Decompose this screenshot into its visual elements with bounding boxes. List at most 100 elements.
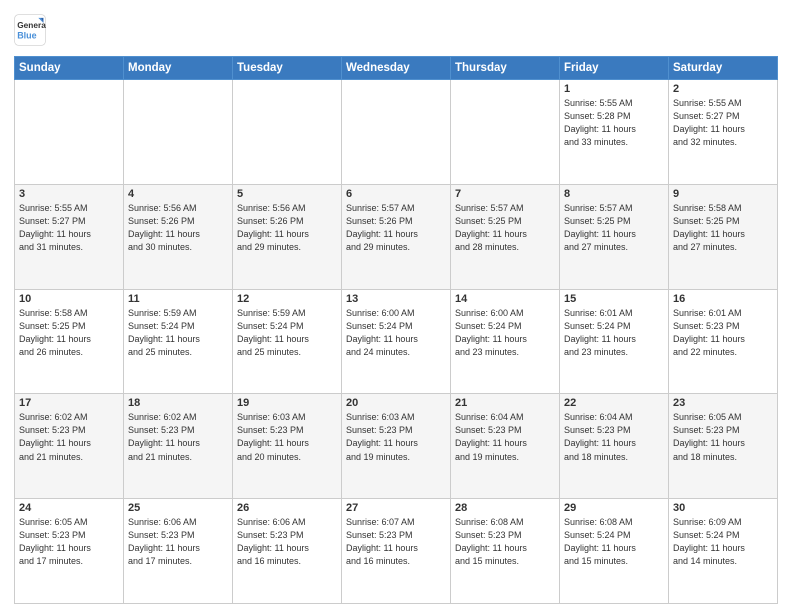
day-info: Sunrise: 6:06 AMSunset: 5:23 PMDaylight:… (237, 516, 337, 568)
day-number: 26 (237, 502, 337, 514)
day-info: Sunrise: 5:58 AMSunset: 5:25 PMDaylight:… (19, 307, 119, 359)
day-info: Sunrise: 6:02 AMSunset: 5:23 PMDaylight:… (19, 411, 119, 463)
day-number: 20 (346, 397, 446, 409)
day-number: 2 (673, 83, 773, 95)
day-number: 23 (673, 397, 773, 409)
calendar-cell: 11Sunrise: 5:59 AMSunset: 5:24 PMDayligh… (124, 289, 233, 394)
calendar-cell: 22 Sunrise: 6:04 AMSunset: 5:23 PMDayligh… (560, 394, 669, 499)
weekday-sunday: Sunday (15, 57, 124, 80)
day-info: Sunrise: 5:55 AMSunset: 5:28 PMDaylight:… (564, 97, 664, 149)
day-number: 5 (237, 188, 337, 200)
day-number: 21 (455, 397, 555, 409)
day-number: 17 (19, 397, 119, 409)
calendar-cell: 15 Sunrise: 6:01 AMSunset: 5:24 PMDayligh… (560, 289, 669, 394)
day-info: Sunrise: 5:56 AMSunset: 5:26 PMDaylight:… (237, 202, 337, 254)
weekday-wednesday: Wednesday (342, 57, 451, 80)
calendar-cell: 4 Sunrise: 5:56 AMSunset: 5:26 PMDaylight… (124, 184, 233, 289)
calendar-cell: 19Sunrise: 6:03 AMSunset: 5:23 PMDayligh… (233, 394, 342, 499)
day-info: Sunrise: 5:59 AMSunset: 5:24 PMDaylight:… (128, 307, 228, 359)
calendar-cell: 26 Sunrise: 6:06 AMSunset: 5:23 PMDayligh… (233, 499, 342, 604)
calendar-week-1: 3 Sunrise: 5:55 AMSunset: 5:27 PMDaylight… (15, 184, 778, 289)
calendar-table: SundayMondayTuesdayWednesdayThursdayFrid… (14, 56, 778, 604)
day-info: Sunrise: 5:55 AMSunset: 5:27 PMDaylight:… (673, 97, 773, 149)
day-number: 13 (346, 293, 446, 305)
day-info: Sunrise: 6:01 AMSunset: 5:24 PMDaylight:… (564, 307, 664, 359)
day-info: Sunrise: 6:00 AMSunset: 5:24 PMDaylight:… (346, 307, 446, 359)
day-info: Sunrise: 5:57 AMSunset: 5:25 PMDaylight:… (564, 202, 664, 254)
day-info: Sunrise: 6:02 AMSunset: 5:23 PMDaylight:… (128, 411, 228, 463)
calendar-cell: 3 Sunrise: 5:55 AMSunset: 5:27 PMDaylight… (15, 184, 124, 289)
day-info: Sunrise: 6:00 AMSunset: 5:24 PMDaylight:… (455, 307, 555, 359)
day-number: 6 (346, 188, 446, 200)
weekday-saturday: Saturday (669, 57, 778, 80)
header: General Blue (14, 12, 778, 48)
calendar-cell: 14Sunrise: 6:00 AMSunset: 5:24 PMDayligh… (451, 289, 560, 394)
day-info: Sunrise: 5:55 AMSunset: 5:27 PMDaylight:… (19, 202, 119, 254)
calendar-cell: 23Sunrise: 6:05 AMSunset: 5:23 PMDayligh… (669, 394, 778, 499)
day-info: Sunrise: 5:57 AMSunset: 5:25 PMDaylight:… (455, 202, 555, 254)
logo-svg: General Blue (14, 12, 46, 48)
calendar-cell: 17 Sunrise: 6:02 AMSunset: 5:23 PMDayligh… (15, 394, 124, 499)
calendar-cell: 24Sunrise: 6:05 AMSunset: 5:23 PMDayligh… (15, 499, 124, 604)
calendar-header: SundayMondayTuesdayWednesdayThursdayFrid… (15, 57, 778, 80)
calendar-cell: 16 Sunrise: 6:01 AMSunset: 5:23 PMDayligh… (669, 289, 778, 394)
day-number: 15 (564, 293, 664, 305)
day-number: 29 (564, 502, 664, 514)
day-info: Sunrise: 6:08 AMSunset: 5:24 PMDaylight:… (564, 516, 664, 568)
calendar-cell: 2 Sunrise: 5:55 AMSunset: 5:27 PMDaylight… (669, 80, 778, 185)
svg-text:Blue: Blue (17, 30, 36, 40)
day-info: Sunrise: 6:03 AMSunset: 5:23 PMDaylight:… (237, 411, 337, 463)
calendar-cell: 12Sunrise: 5:59 AMSunset: 5:24 PMDayligh… (233, 289, 342, 394)
day-number: 7 (455, 188, 555, 200)
calendar-week-2: 10 Sunrise: 5:58 AMSunset: 5:25 PMDayligh… (15, 289, 778, 394)
calendar-cell (15, 80, 124, 185)
day-info: Sunrise: 6:04 AMSunset: 5:23 PMDaylight:… (564, 411, 664, 463)
day-info: Sunrise: 6:09 AMSunset: 5:24 PMDaylight:… (673, 516, 773, 568)
day-number: 1 (564, 83, 664, 95)
logo: General Blue (14, 12, 52, 48)
weekday-thursday: Thursday (451, 57, 560, 80)
day-number: 16 (673, 293, 773, 305)
calendar-body: 1 Sunrise: 5:55 AMSunset: 5:28 PMDaylight… (15, 80, 778, 604)
calendar-cell: 13 Sunrise: 6:00 AMSunset: 5:24 PMDayligh… (342, 289, 451, 394)
day-number: 22 (564, 397, 664, 409)
day-number: 4 (128, 188, 228, 200)
day-info: Sunrise: 5:57 AMSunset: 5:26 PMDaylight:… (346, 202, 446, 254)
day-info: Sunrise: 6:08 AMSunset: 5:23 PMDaylight:… (455, 516, 555, 568)
weekday-friday: Friday (560, 57, 669, 80)
day-number: 3 (19, 188, 119, 200)
calendar-cell: 9Sunrise: 5:58 AMSunset: 5:25 PMDaylight… (669, 184, 778, 289)
calendar-cell: 20 Sunrise: 6:03 AMSunset: 5:23 PMDayligh… (342, 394, 451, 499)
calendar-cell: 8 Sunrise: 5:57 AMSunset: 5:25 PMDaylight… (560, 184, 669, 289)
day-info: Sunrise: 5:59 AMSunset: 5:24 PMDaylight:… (237, 307, 337, 359)
day-info: Sunrise: 5:56 AMSunset: 5:26 PMDaylight:… (128, 202, 228, 254)
svg-text:General: General (17, 20, 46, 30)
calendar-cell: 7 Sunrise: 5:57 AMSunset: 5:25 PMDaylight… (451, 184, 560, 289)
day-info: Sunrise: 5:58 AMSunset: 5:25 PMDaylight:… (673, 202, 773, 254)
day-info: Sunrise: 6:07 AMSunset: 5:23 PMDaylight:… (346, 516, 446, 568)
calendar-cell: 25Sunrise: 6:06 AMSunset: 5:23 PMDayligh… (124, 499, 233, 604)
calendar-cell: 18 Sunrise: 6:02 AMSunset: 5:23 PMDayligh… (124, 394, 233, 499)
calendar-cell (124, 80, 233, 185)
day-info: Sunrise: 6:01 AMSunset: 5:23 PMDaylight:… (673, 307, 773, 359)
day-number: 10 (19, 293, 119, 305)
calendar-cell: 29 Sunrise: 6:08 AMSunset: 5:24 PMDayligh… (560, 499, 669, 604)
calendar-cell (233, 80, 342, 185)
weekday-monday: Monday (124, 57, 233, 80)
calendar-cell (342, 80, 451, 185)
day-number: 18 (128, 397, 228, 409)
calendar-cell: 6 Sunrise: 5:57 AMSunset: 5:26 PMDaylight… (342, 184, 451, 289)
day-info: Sunrise: 6:04 AMSunset: 5:23 PMDaylight:… (455, 411, 555, 463)
page-container: General Blue SundayMondayTuesdayWednesda… (0, 0, 792, 612)
calendar-cell: 10 Sunrise: 5:58 AMSunset: 5:25 PMDayligh… (15, 289, 124, 394)
calendar-cell: 30Sunrise: 6:09 AMSunset: 5:24 PMDayligh… (669, 499, 778, 604)
day-info: Sunrise: 6:03 AMSunset: 5:23 PMDaylight:… (346, 411, 446, 463)
calendar-cell: 21 Sunrise: 6:04 AMSunset: 5:23 PMDayligh… (451, 394, 560, 499)
day-info: Sunrise: 6:06 AMSunset: 5:23 PMDaylight:… (128, 516, 228, 568)
weekday-header-row: SundayMondayTuesdayWednesdayThursdayFrid… (15, 57, 778, 80)
calendar-cell: 1 Sunrise: 5:55 AMSunset: 5:28 PMDaylight… (560, 80, 669, 185)
day-info: Sunrise: 6:05 AMSunset: 5:23 PMDaylight:… (19, 516, 119, 568)
day-number: 28 (455, 502, 555, 514)
day-number: 8 (564, 188, 664, 200)
day-number: 27 (346, 502, 446, 514)
